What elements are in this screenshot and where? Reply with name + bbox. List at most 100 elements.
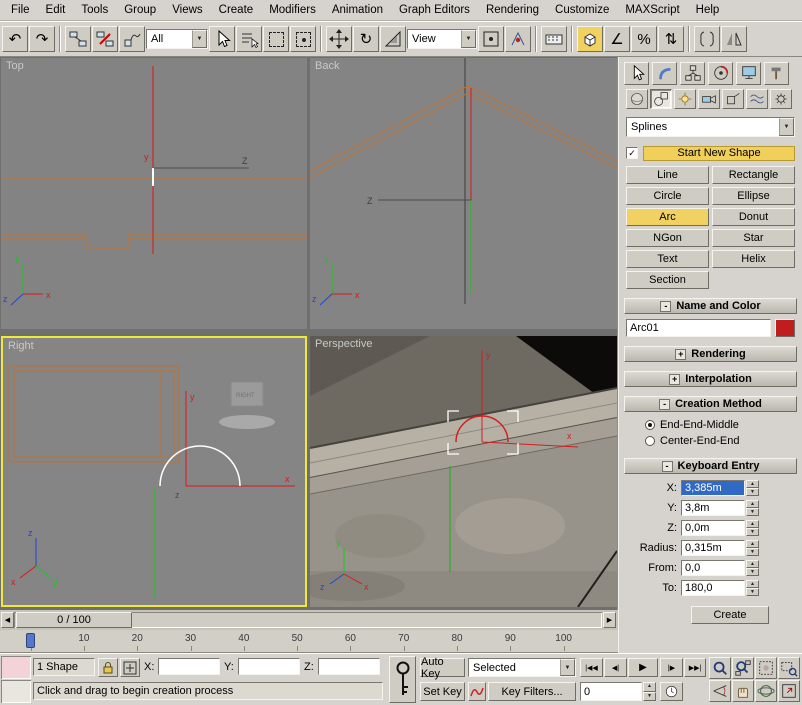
menu-item[interactable]: File: [3, 1, 38, 19]
dropdown-arrow-icon[interactable]: ▼: [779, 118, 794, 136]
coord-y-field[interactable]: [238, 658, 300, 675]
play-button[interactable]: ▶: [628, 658, 658, 677]
current-frame-field[interactable]: 0: [580, 682, 642, 701]
pan-button[interactable]: [732, 680, 754, 702]
select-and-manipulate-button[interactable]: [505, 26, 531, 52]
use-pivot-center-button[interactable]: [478, 26, 504, 52]
select-and-rotate-button[interactable]: ↻: [353, 26, 379, 52]
shape-button[interactable]: Circle: [626, 187, 709, 205]
shape-button[interactable]: Line: [626, 166, 709, 184]
undo-button[interactable]: ↶: [2, 26, 28, 52]
shape-button[interactable]: Star: [712, 229, 795, 247]
time-slider-left-arrow[interactable]: ◀: [1, 612, 14, 628]
spinner-snap-toggle-button[interactable]: ⇅: [658, 26, 684, 52]
select-and-move-button[interactable]: [326, 26, 352, 52]
menu-item[interactable]: Views: [164, 1, 210, 19]
category-helpers[interactable]: [722, 89, 744, 109]
arc-rotate-button[interactable]: [755, 680, 777, 702]
field-value[interactable]: 3,385m: [681, 480, 745, 496]
rollout-rendering[interactable]: + Rendering: [624, 346, 797, 362]
viewport-top[interactable]: Z y y x z Top: [1, 58, 307, 329]
keyboard-shortcut-override-button[interactable]: [541, 26, 567, 52]
shape-button[interactable]: Rectangle: [712, 166, 795, 184]
zoom-region-button[interactable]: [778, 657, 800, 679]
default-in-out-tangent-button[interactable]: [468, 682, 486, 701]
selection-filter-dropdown[interactable]: All ▼: [146, 29, 208, 49]
spinner-up-icon[interactable]: ▲: [746, 540, 759, 548]
maximize-viewport-toggle-button[interactable]: [778, 680, 800, 702]
set-keys-button[interactable]: [389, 656, 416, 703]
set-key-button[interactable]: Set Key: [420, 682, 465, 701]
spinner-down-icon[interactable]: ▼: [746, 548, 759, 556]
shape-button[interactable]: Arc: [626, 208, 709, 226]
go-to-end-button[interactable]: ▶▶|: [684, 658, 706, 677]
rectangular-selection-region-button[interactable]: [263, 26, 289, 52]
angle-snap-toggle-button[interactable]: ∠: [604, 26, 630, 52]
menu-item[interactable]: Rendering: [478, 1, 547, 19]
category-space-warps[interactable]: [746, 89, 768, 109]
start-new-shape-button[interactable]: Start New Shape: [643, 146, 795, 161]
object-name-field[interactable]: Arc01: [626, 319, 771, 337]
track-bar[interactable]: 0102030405060708090100: [0, 630, 618, 653]
select-by-name-button[interactable]: [236, 26, 262, 52]
menu-item[interactable]: Help: [688, 1, 728, 19]
select-and-link-button[interactable]: [65, 26, 91, 52]
spinner-down-icon[interactable]: ▼: [746, 488, 759, 496]
zoom-button[interactable]: [709, 657, 731, 679]
tab-motion[interactable]: [708, 62, 733, 85]
spinner-down-icon[interactable]: ▼: [746, 568, 759, 576]
macro-recorder-pane[interactable]: [1, 656, 31, 679]
window-crossing-button[interactable]: [290, 26, 316, 52]
tab-display[interactable]: [736, 62, 761, 85]
menu-item[interactable]: Group: [116, 1, 164, 19]
rollout-creation-method[interactable]: - Creation Method: [624, 396, 797, 412]
object-color-swatch[interactable]: [775, 319, 795, 337]
mini-listener-pane[interactable]: [1, 680, 31, 703]
field-of-view-button[interactable]: [709, 680, 731, 702]
spinner-up-icon[interactable]: ▲: [746, 480, 759, 488]
tab-create[interactable]: [624, 62, 649, 85]
menu-item[interactable]: Customize: [547, 1, 617, 19]
rollout-name-and-color[interactable]: - Name and Color: [624, 298, 797, 314]
category-cameras[interactable]: [698, 89, 720, 109]
viewport-perspective-label[interactable]: Perspective: [315, 338, 372, 350]
spinner-up-icon[interactable]: ▲: [746, 560, 759, 568]
zoom-extents-button[interactable]: [755, 657, 777, 679]
spinner-down-icon[interactable]: ▼: [746, 588, 759, 596]
select-and-scale-button[interactable]: [380, 26, 406, 52]
go-to-start-button[interactable]: |◀◀: [580, 658, 603, 677]
percent-snap-toggle-button[interactable]: %: [631, 26, 657, 52]
previous-frame-button[interactable]: ◀|: [604, 658, 627, 677]
time-configuration-button[interactable]: [660, 682, 683, 701]
category-shapes[interactable]: [650, 89, 672, 109]
edit-named-selection-sets-button[interactable]: [694, 26, 720, 52]
key-filters-button[interactable]: Key Filters...: [488, 682, 576, 701]
current-frame-marker[interactable]: [26, 633, 35, 648]
mirror-button[interactable]: [721, 26, 747, 52]
menu-item[interactable]: MAXScript: [617, 1, 687, 19]
auto-key-button[interactable]: Auto Key: [420, 658, 465, 677]
tab-utilities[interactable]: [764, 62, 789, 85]
viewport-right[interactable]: RIGHT y x z z x y: [1, 336, 307, 607]
shape-button[interactable]: Text: [626, 250, 709, 268]
menu-item[interactable]: Tools: [73, 1, 116, 19]
reference-coordinate-dropdown[interactable]: View ▼: [407, 29, 477, 49]
viewport-back-label[interactable]: Back: [315, 60, 339, 72]
shape-button[interactable]: Helix: [712, 250, 795, 268]
absolute-offset-toggle-button[interactable]: [120, 658, 140, 677]
field-value[interactable]: 3,8m: [681, 500, 745, 516]
start-new-shape-checkbox[interactable]: ✓: [626, 147, 638, 159]
rollout-interpolation[interactable]: + Interpolation: [624, 371, 797, 387]
spinner-down-icon[interactable]: ▼: [746, 528, 759, 536]
menu-item[interactable]: Graph Editors: [391, 1, 478, 19]
field-value[interactable]: 0,0m: [681, 520, 745, 536]
spinner-up-icon[interactable]: ▲: [746, 580, 759, 588]
create-button[interactable]: Create: [691, 606, 769, 624]
shape-button[interactable]: Donut: [712, 208, 795, 226]
next-frame-button[interactable]: |▶: [660, 658, 683, 677]
category-systems[interactable]: [770, 89, 792, 109]
viewport-back[interactable]: Z y x z Back: [310, 58, 617, 329]
spinner-up-icon[interactable]: ▲: [643, 682, 656, 692]
category-lights[interactable]: [674, 89, 696, 109]
spinner-down-icon[interactable]: ▼: [746, 508, 759, 516]
